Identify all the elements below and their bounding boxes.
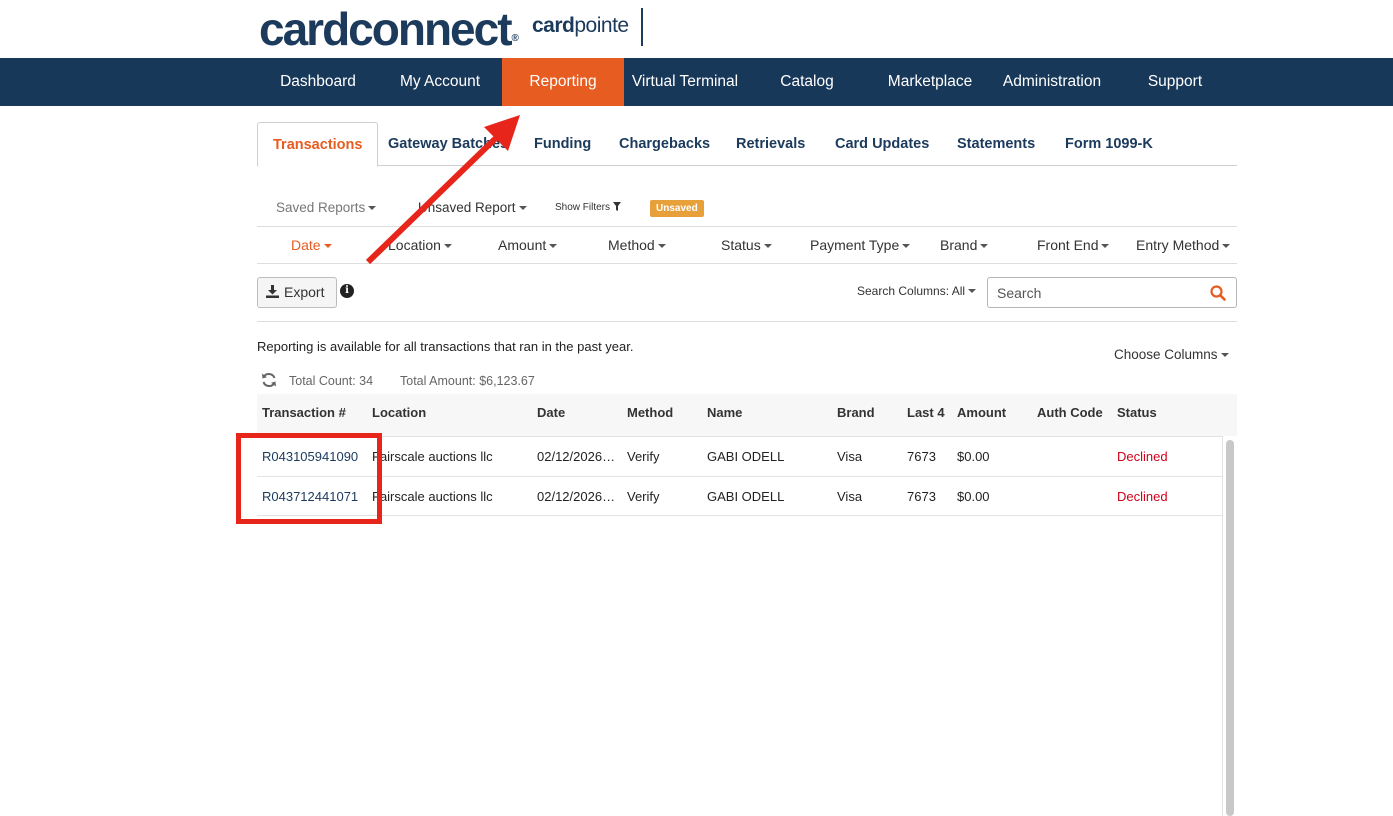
column-header-method[interactable]: Method [627,394,673,431]
cell-last4: 7673 [907,449,936,464]
cell-status: Declined [1117,489,1168,504]
logo-bar: cardconnect® cardpointe [0,0,1393,58]
column-header-transaction[interactable]: Transaction # [262,394,346,431]
chevron-down-icon [323,244,332,248]
tab-card-updates[interactable]: Card Updates [835,122,929,166]
nav-item-support[interactable]: Support [1114,58,1236,106]
cardconnect-logo[interactable]: cardconnect® [259,2,519,56]
chevron-down-icon [763,244,772,248]
chevron-down-icon [1220,353,1229,357]
availability-note: Reporting is available for all transacti… [257,339,634,354]
unsaved-badge: Unsaved [650,200,704,217]
total-count: Total Count: 34 [289,374,374,388]
table-row[interactable]: R043712441071 Fairscale auctions llc 02/… [257,476,1223,516]
tab-chargebacks[interactable]: Chargebacks [619,122,710,166]
nav-item-dashboard[interactable]: Dashboard [257,58,379,106]
nav-item-marketplace[interactable]: Marketplace [869,58,991,106]
cell-status: Declined [1117,449,1168,464]
filter-front-end[interactable]: Front End [1037,227,1110,265]
chevron-down-icon [1101,244,1110,248]
chevron-down-icon [1222,244,1231,248]
cell-date: 02/12/2026… [537,449,616,464]
search-input[interactable] [997,283,1197,303]
info-icon[interactable]: i [340,284,354,298]
logo-divider [641,8,643,46]
cell-amount: $0.00 [957,449,990,464]
column-header-name[interactable]: Name [707,394,742,431]
filter-location[interactable]: Location [388,227,452,265]
cell-location: Fairscale auctions llc [372,489,493,504]
saved-reports-dropdown[interactable]: Saved Reports [276,198,377,218]
chevron-down-icon [549,244,558,248]
tab-funding[interactable]: Funding [534,122,591,166]
search-columns-dropdown[interactable]: Search Columns: All [857,284,977,298]
filter-method[interactable]: Method [608,227,666,265]
nav-item-reporting[interactable]: Reporting [502,58,624,106]
chevron-down-icon [518,206,527,210]
filter-entry-method[interactable]: Entry Method [1136,227,1231,265]
column-header-brand[interactable]: Brand [837,394,875,431]
cell-location: Fairscale auctions llc [372,449,493,464]
filter-payment-type[interactable]: Payment Type [810,227,911,265]
tab-retrievals[interactable]: Retrievals [736,122,805,166]
cell-name: GABI ODELL [707,449,785,464]
cardpointe-logo: cardpointe [532,14,629,37]
highlight-annotation-box [236,433,382,524]
cell-method: Verify [627,489,660,504]
download-icon [266,285,279,298]
nav-item-administration[interactable]: Administration [991,58,1113,106]
table-scrollbar[interactable] [1226,440,1234,816]
total-amount: Total Amount: $6,123.67 [400,374,535,388]
search-field [987,277,1237,308]
nav-item-my-account[interactable]: My Account [379,58,501,106]
filter-icon [612,202,621,211]
column-header-amount[interactable]: Amount [957,394,1006,431]
chevron-down-icon [657,244,666,248]
tab-gateway-batches[interactable]: Gateway Batches [388,122,508,166]
chevron-down-icon [368,206,377,210]
column-header-status[interactable]: Status [1117,394,1157,431]
show-filters-button[interactable]: Show Filters [555,198,621,218]
table-header: Transaction # Location Date Method Name … [257,394,1237,436]
table-row[interactable]: R043105941090 Fairscale auctions llc 02/… [257,436,1223,476]
nav-item-virtual-terminal[interactable]: Virtual Terminal [624,58,746,106]
export-button[interactable]: Export [257,277,337,308]
unsaved-report-dropdown[interactable]: Unsaved Report [418,198,527,218]
cell-name: GABI ODELL [707,489,785,504]
chevron-down-icon [980,244,989,248]
chevron-down-icon [968,289,977,293]
chevron-down-icon [902,244,911,248]
filter-brand[interactable]: Brand [940,227,989,265]
nav-item-catalog[interactable]: Catalog [746,58,868,106]
cell-amount: $0.00 [957,489,990,504]
column-header-auth-code[interactable]: Auth Code [1037,394,1103,431]
filter-amount[interactable]: Amount [498,227,558,265]
tab-statements[interactable]: Statements [957,122,1035,166]
filter-status[interactable]: Status [721,227,772,265]
transactions-table: R043105941090 Fairscale auctions llc 02/… [257,436,1223,816]
filter-bar: Date Location Amount Method Status Payme… [257,226,1237,264]
column-header-last4[interactable]: Last 4 [907,394,945,431]
chevron-down-icon [443,244,452,248]
reporting-tabs: Transactions Gateway Batches Funding Cha… [257,122,1237,167]
column-header-date[interactable]: Date [537,394,565,431]
choose-columns-dropdown[interactable]: Choose Columns [1114,347,1229,362]
divider [257,321,1237,322]
refresh-icon[interactable] [261,372,277,388]
search-icon[interactable] [1210,285,1226,301]
cell-brand: Visa [837,449,863,464]
cell-date: 02/12/2026… [537,489,616,504]
tab-form-1099k[interactable]: Form 1099-K [1065,122,1153,166]
tab-transactions[interactable]: Transactions [257,122,379,167]
main-nav: Dashboard My Account Reporting Virtual T… [0,58,1393,106]
filter-date[interactable]: Date [291,227,332,265]
cell-brand: Visa [837,489,863,504]
cell-last4: 7673 [907,489,936,504]
cell-method: Verify [627,449,660,464]
column-header-location[interactable]: Location [372,394,426,431]
